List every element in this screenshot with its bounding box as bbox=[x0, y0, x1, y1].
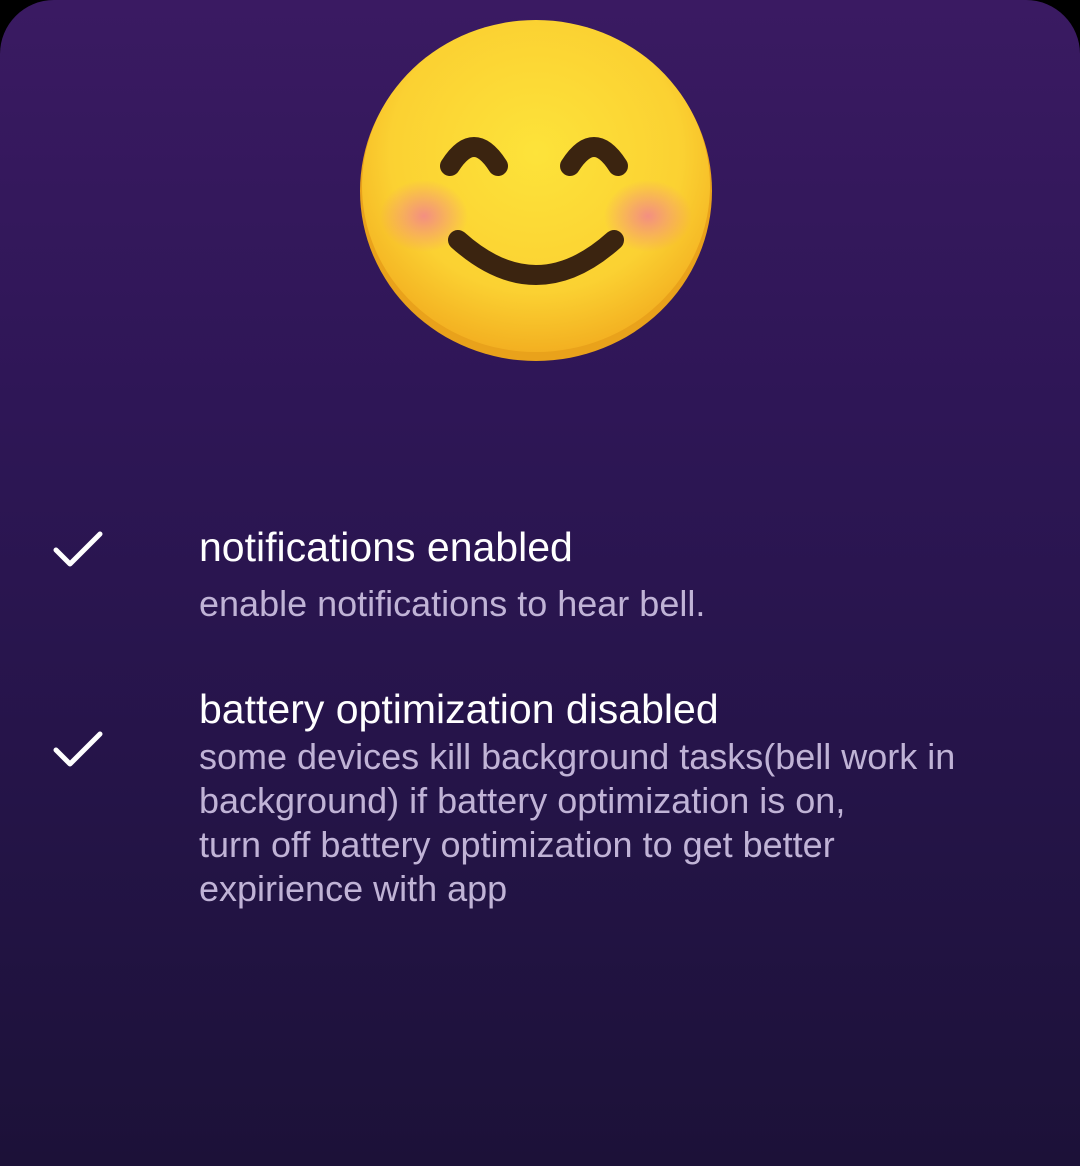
smiling-face-emoji-icon bbox=[358, 20, 714, 364]
check-icon bbox=[52, 730, 104, 770]
description-line: expirience with app bbox=[199, 868, 508, 909]
permissions-sheet: notifications enabled enable notificatio… bbox=[0, 0, 1080, 1166]
notifications-status-description: enable notifications to hear bell. bbox=[199, 582, 1039, 626]
description-line: some devices kill background tasks(bell … bbox=[199, 736, 956, 777]
notifications-status-title: notifications enabled bbox=[199, 524, 573, 570]
battery-optimization-status-description: some devices kill background tasks(bell … bbox=[199, 735, 1039, 911]
battery-optimization-status-title: battery optimization disabled bbox=[199, 686, 719, 732]
check-icon bbox=[52, 530, 104, 570]
description-line: background) if battery optimization is o… bbox=[199, 780, 846, 821]
description-line: turn off battery optimization to get bet… bbox=[199, 824, 835, 865]
description-line: enable notifications to hear bell. bbox=[199, 583, 706, 624]
